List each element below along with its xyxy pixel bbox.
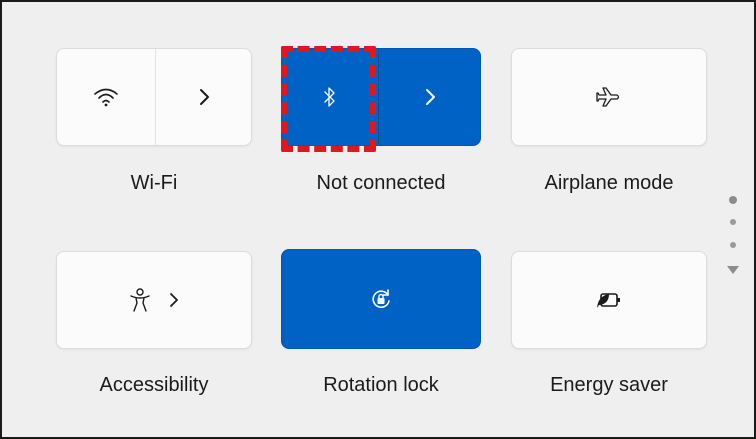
rotation-lock-icon bbox=[369, 287, 393, 311]
airplane-mode-label: Airplane mode bbox=[544, 172, 674, 194]
energy-saver-label: Energy saver bbox=[550, 374, 668, 396]
wifi-tile bbox=[56, 48, 252, 146]
wifi-label: Wi-Fi bbox=[130, 172, 178, 194]
energy-saver-icon bbox=[595, 290, 623, 310]
accessibility-tile[interactable] bbox=[56, 251, 252, 349]
page-dot[interactable] bbox=[730, 219, 736, 225]
chevron-right-icon bbox=[168, 291, 180, 309]
page-dot-active[interactable] bbox=[729, 196, 737, 204]
wifi-expand-button[interactable] bbox=[156, 49, 251, 145]
page-dot[interactable] bbox=[730, 242, 736, 248]
chevron-right-icon bbox=[197, 87, 211, 107]
chevron-right-icon bbox=[423, 87, 437, 107]
rotation-lock-tile[interactable] bbox=[281, 249, 481, 349]
airplane-mode-tile[interactable] bbox=[511, 48, 707, 146]
bluetooth-label: Not connected bbox=[316, 172, 446, 194]
airplane-icon bbox=[596, 86, 622, 108]
bluetooth-expand-button[interactable] bbox=[379, 49, 480, 145]
scroll-down-arrow-icon[interactable] bbox=[726, 263, 740, 281]
highlight-annotation-box bbox=[281, 46, 376, 152]
accessibility-icon bbox=[128, 287, 152, 313]
rotation-lock-label: Rotation lock bbox=[323, 374, 439, 396]
quick-settings-panel: Wi-Fi Not connected Airplane mode Access… bbox=[0, 0, 756, 439]
accessibility-label: Accessibility bbox=[99, 374, 209, 396]
energy-saver-tile[interactable] bbox=[511, 251, 707, 349]
wifi-toggle[interactable] bbox=[57, 49, 155, 145]
wifi-icon bbox=[93, 87, 119, 107]
